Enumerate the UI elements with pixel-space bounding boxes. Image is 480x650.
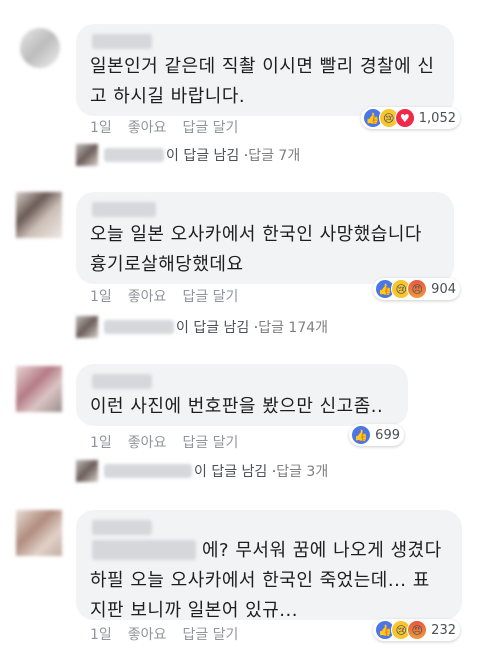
timestamp[interactable]: 1일	[90, 117, 112, 137]
like-button[interactable]: 좋아요	[128, 624, 167, 644]
author-name[interactable]	[92, 520, 152, 535]
reply-count[interactable]: 답글 7개	[248, 145, 300, 165]
avatar[interactable]	[16, 366, 62, 412]
like-button[interactable]: 좋아요	[128, 117, 167, 137]
comment-bubble: 에? 무서워 꿈에 나오게 생겼다 하필 오늘 오사카에서 한국인 죽었는데..…	[76, 510, 462, 621]
reply-button[interactable]: 답글 달기	[182, 117, 238, 137]
timestamp[interactable]: 1일	[90, 286, 112, 306]
comment-actions: 1일 좋아요 답글 달기	[90, 624, 238, 644]
avatar[interactable]	[16, 510, 62, 556]
comment-text: 에? 무서워 꿈에 나오게 생겼다 하필 오늘 오사카에서 한국인 죽었는데..…	[90, 540, 442, 621]
avatar[interactable]	[16, 192, 62, 238]
like-icon: 👍	[351, 425, 372, 445]
comment-actions: 1일 좋아요 답글 달기	[90, 286, 238, 306]
reply-summary[interactable]: 이 답글 남김 · 답글 3개	[76, 460, 328, 482]
comment-text: 이런 사진에 번호판을 봤으만 신고좀..	[90, 396, 384, 417]
comment-bubble: 일본인거 같은데 직촬 이시면 빨리 경찰에 신 고 하시길 바랍니다.	[76, 24, 454, 116]
reaction-count: 1,052	[418, 110, 456, 126]
reaction-count: 232	[431, 622, 456, 638]
reaction-count: 904	[431, 281, 456, 297]
reaction-summary[interactable]: 👍 😢 😠 232	[373, 619, 460, 641]
angry-icon: 😠	[407, 279, 428, 299]
reaction-count: 699	[375, 427, 400, 443]
author-name[interactable]	[92, 202, 156, 217]
reply-avatar	[76, 316, 98, 338]
reaction-summary[interactable]: 👍 😢 😠 904	[373, 278, 460, 300]
reply-text: 이 답글 남김 ·	[194, 464, 277, 480]
reply-author-name	[104, 464, 192, 478]
reply-avatar	[76, 144, 98, 166]
reply-summary[interactable]: 이 답글 남김 · 답글 174개	[76, 316, 328, 338]
like-button[interactable]: 좋아요	[128, 286, 167, 306]
author-name[interactable]	[92, 34, 152, 49]
love-icon: ♥	[394, 108, 415, 128]
reply-text: 이 답글 남김 ·	[176, 320, 259, 336]
reply-count[interactable]: 답글 3개	[276, 461, 328, 481]
comment-bubble: 이런 사진에 번호판을 봤으만 신고좀..	[76, 364, 408, 426]
reply-author-name	[104, 148, 164, 162]
author-name[interactable]	[92, 374, 152, 389]
reply-summary[interactable]: 이 답글 남김 · 답글 7개	[76, 144, 300, 166]
timestamp[interactable]: 1일	[90, 624, 112, 644]
comment-text: 오늘 일본 오사카에서 한국인 사망했습니다 흉기로살해당했데요	[90, 224, 422, 275]
comment-actions: 1일 좋아요 답글 달기	[90, 432, 238, 452]
reply-count[interactable]: 답글 174개	[258, 317, 328, 337]
comment-actions: 1일 좋아요 답글 달기	[90, 117, 238, 137]
comment-bubble: 오늘 일본 오사카에서 한국인 사망했습니다 흉기로살해당했데요	[76, 192, 454, 284]
timestamp[interactable]: 1일	[90, 432, 112, 452]
comment-text: 일본인거 같은데 직촬 이시면 빨리 경찰에 신 고 하시길 바랍니다.	[90, 56, 435, 107]
avatar[interactable]	[20, 28, 60, 68]
reaction-summary[interactable]: 👍 699	[349, 424, 404, 446]
reaction-summary[interactable]: 👍 😢 ♥ 1,052	[360, 107, 460, 129]
reply-text: 이 답글 남김 ·	[166, 148, 249, 164]
reply-button[interactable]: 답글 달기	[182, 624, 238, 644]
reply-button[interactable]: 답글 달기	[182, 286, 238, 306]
reply-avatar	[76, 460, 98, 482]
reply-button[interactable]: 답글 달기	[182, 432, 238, 452]
angry-icon: 😠	[407, 620, 428, 640]
like-button[interactable]: 좋아요	[128, 432, 167, 452]
reply-author-name	[104, 320, 174, 334]
